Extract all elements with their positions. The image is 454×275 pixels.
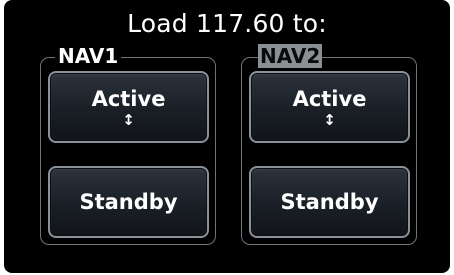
nav1-active-label: Active bbox=[91, 87, 166, 111]
swap-arrows-icon: ↕ bbox=[122, 111, 135, 129]
nav2-group: NAV2 Active ↕ Standby bbox=[241, 44, 417, 245]
nav1-group: NAV1 Active ↕ Standby bbox=[40, 44, 216, 245]
nav2-group-label: NAV2 bbox=[258, 44, 323, 68]
nav1-standby-label: Standby bbox=[79, 190, 178, 214]
nav2-standby-button[interactable]: Standby bbox=[249, 166, 410, 238]
nav2-standby-label: Standby bbox=[280, 190, 379, 214]
swap-arrows-icon: ↕ bbox=[323, 111, 336, 129]
nav1-group-label: NAV1 bbox=[55, 44, 122, 68]
nav2-active-button[interactable]: Active ↕ bbox=[249, 71, 410, 143]
nav1-active-button[interactable]: Active ↕ bbox=[48, 71, 209, 143]
nav1-standby-button[interactable]: Standby bbox=[48, 166, 209, 238]
dialog-title: Load 117.60 to: bbox=[127, 9, 327, 38]
load-frequency-dialog: Load 117.60 to: NAV1 Active ↕ Standby NA… bbox=[4, 0, 450, 273]
nav2-active-label: Active bbox=[292, 87, 367, 111]
